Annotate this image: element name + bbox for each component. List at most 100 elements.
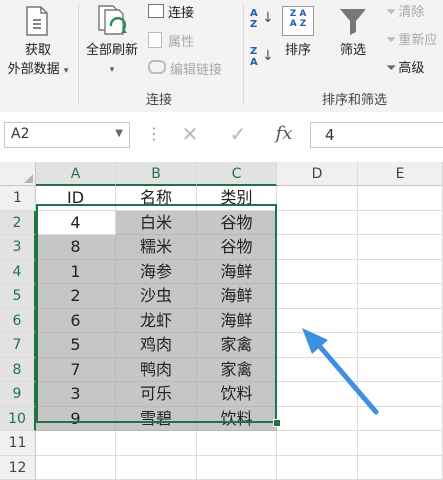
cell-e4[interactable] — [358, 260, 443, 285]
cell-b6[interactable]: 龙虾 — [116, 309, 197, 334]
row-header-4[interactable]: 4 — [0, 260, 36, 285]
cell-e6[interactable] — [358, 309, 443, 334]
cell-d12[interactable] — [277, 456, 358, 480]
cell-c8[interactable]: 家禽 — [197, 358, 277, 383]
row-header-6[interactable]: 6 — [0, 309, 36, 334]
cell-a8[interactable]: 7 — [36, 358, 116, 383]
resize-handle-icon[interactable]: ⋮ — [146, 124, 160, 143]
cell-c11[interactable] — [197, 431, 277, 456]
column-header-e[interactable]: E — [358, 162, 443, 186]
cell-b5[interactable]: 沙虫 — [116, 284, 197, 309]
cell-d9[interactable] — [277, 382, 358, 407]
row-header-8[interactable]: 8 — [0, 358, 36, 383]
cell-b7[interactable]: 鸡肉 — [116, 333, 197, 358]
cell-a7[interactable]: 5 — [36, 333, 116, 358]
cell-e2[interactable] — [358, 211, 443, 236]
cell-d5[interactable] — [277, 284, 358, 309]
name-box[interactable]: A2 ▼ — [4, 122, 130, 148]
cell-c1[interactable]: 类别 — [197, 186, 277, 211]
filter-button[interactable]: 筛选 — [330, 4, 376, 86]
cell-d11[interactable] — [277, 431, 358, 456]
cell-a2[interactable]: 4 — [36, 211, 116, 236]
cell-b4[interactable]: 海参 — [116, 260, 197, 285]
cell-d8[interactable] — [277, 358, 358, 383]
advanced-button[interactable]: ⏷高级 — [386, 60, 424, 78]
cell-a3[interactable]: 8 — [36, 235, 116, 260]
cell-e10[interactable] — [358, 407, 443, 432]
sort-icon: Z AA Z — [282, 6, 314, 36]
sort-ascending-button[interactable]: AZ ↓ — [250, 8, 272, 36]
cell-c3[interactable]: 谷物 — [197, 235, 277, 260]
cell-b3[interactable]: 糯米 — [116, 235, 197, 260]
cell-e1[interactable] — [358, 186, 443, 211]
cell-b11[interactable] — [116, 431, 197, 456]
cell-b2[interactable]: 白米 — [116, 211, 197, 236]
column-header-d[interactable]: D — [277, 162, 358, 186]
cell-c2[interactable]: 谷物 — [197, 211, 277, 236]
row-header-11[interactable]: 11 — [0, 431, 36, 456]
edit-links-button[interactable]: 编辑链接 — [148, 60, 222, 80]
cell-a12[interactable] — [36, 456, 116, 480]
select-all-corner[interactable] — [0, 162, 36, 186]
refresh-all-button[interactable]: 全部刷新 ▾ — [80, 4, 144, 86]
cell-c10[interactable]: 饮料 — [197, 407, 277, 432]
cell-a1[interactable]: ID — [36, 186, 116, 211]
column-header-a[interactable]: A — [36, 162, 116, 186]
row-header-7[interactable]: 7 — [0, 333, 36, 358]
row-header-1[interactable]: 1 — [0, 186, 36, 211]
name-box-dropdown-icon[interactable]: ▼ — [115, 128, 123, 139]
reapply-button[interactable]: ⏷重新应 — [386, 32, 437, 50]
cell-a6[interactable]: 6 — [36, 309, 116, 334]
row-header-12[interactable]: 12 — [0, 456, 36, 480]
cell-d2[interactable] — [277, 211, 358, 236]
row-header-2[interactable]: 2 — [0, 211, 36, 236]
cell-c9[interactable]: 饮料 — [197, 382, 277, 407]
connections-button[interactable]: 连接 — [148, 4, 194, 23]
row-header-3[interactable]: 3 — [0, 235, 36, 260]
cell-d10[interactable] — [277, 407, 358, 432]
clear-button[interactable]: ⏷清除 — [386, 4, 424, 22]
cell-a5[interactable]: 2 — [36, 284, 116, 309]
cell-e9[interactable] — [358, 382, 443, 407]
cell-c7[interactable]: 家禽 — [197, 333, 277, 358]
cell-a9[interactable]: 3 — [36, 382, 116, 407]
row-header-9[interactable]: 9 — [0, 382, 36, 407]
insert-function-button[interactable]: fx — [264, 122, 304, 148]
cancel-button[interactable]: ✕ — [170, 122, 210, 148]
cell-c4[interactable]: 海鲜 — [197, 260, 277, 285]
cell-a10[interactable]: 9 — [36, 407, 116, 432]
sort-button[interactable]: Z AA Z 排序 — [276, 4, 320, 86]
sort-descending-button[interactable]: ZA ↓ — [250, 46, 272, 74]
cell-a4[interactable]: 1 — [36, 260, 116, 285]
cell-e7[interactable] — [358, 333, 443, 358]
cell-d4[interactable] — [277, 260, 358, 285]
column-header-c[interactable]: C — [197, 162, 277, 186]
row-header-10[interactable]: 10 — [0, 407, 36, 432]
row-header-5[interactable]: 5 — [0, 284, 36, 309]
cell-e11[interactable] — [358, 431, 443, 456]
cell-b9[interactable]: 可乐 — [116, 382, 197, 407]
cell-c5[interactable]: 海鲜 — [197, 284, 277, 309]
cell-b1[interactable]: 名称 — [116, 186, 197, 211]
cell-d3[interactable] — [277, 235, 358, 260]
properties-button[interactable]: 属性 — [148, 32, 194, 52]
column-header-b[interactable]: B — [116, 162, 197, 186]
cell-e12[interactable] — [358, 456, 443, 480]
cell-b12[interactable] — [116, 456, 197, 480]
enter-button[interactable]: ✓ — [218, 122, 258, 148]
document-icon — [24, 6, 50, 36]
fill-handle[interactable] — [273, 419, 281, 427]
get-external-data-button[interactable]: 获取 外部数据 ▾ — [0, 4, 76, 86]
cell-e3[interactable] — [358, 235, 443, 260]
cell-d6[interactable] — [277, 309, 358, 334]
cell-b10[interactable]: 雪碧 — [116, 407, 197, 432]
cell-c6[interactable]: 海鲜 — [197, 309, 277, 334]
formula-input[interactable]: 4 — [310, 122, 443, 148]
cell-d1[interactable] — [277, 186, 358, 211]
cell-b8[interactable]: 鸭肉 — [116, 358, 197, 383]
cell-d7[interactable] — [277, 333, 358, 358]
cell-a11[interactable] — [36, 431, 116, 456]
cell-e8[interactable] — [358, 358, 443, 383]
cell-e5[interactable] — [358, 284, 443, 309]
cell-c12[interactable] — [197, 456, 277, 480]
